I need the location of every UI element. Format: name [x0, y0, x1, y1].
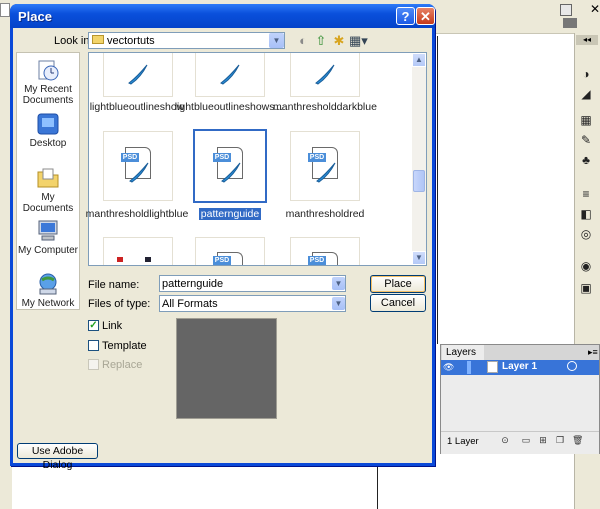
layer-name: Layer 1 [502, 361, 538, 372]
stroke-panel-icon[interactable]: ≡ [577, 186, 595, 202]
layers-panel-icon[interactable]: ▣ [577, 280, 595, 296]
thumbnail-preview-mark [117, 257, 123, 262]
psd-badge: PSD [213, 256, 231, 265]
layer-count: 1 Layer [447, 436, 479, 447]
dialog-title: Place [18, 9, 52, 24]
place-my-documents[interactable]: My Documents [17, 192, 79, 214]
artboard-edge-line-bottom [377, 462, 378, 509]
feather-icon [220, 161, 242, 183]
my-computer-icon[interactable] [36, 219, 60, 243]
file-thumbnail[interactable] [103, 237, 173, 265]
swatches-panel-icon[interactable]: ▦ [577, 112, 595, 128]
feather-icon [127, 63, 149, 85]
clipping-mask-icon[interactable]: ▭ [521, 435, 531, 445]
layer-thumbnail [487, 361, 498, 373]
target-icon[interactable] [567, 361, 577, 371]
desktop-icon[interactable] [36, 112, 60, 136]
file-preview [176, 318, 277, 419]
file-name-value: patternguide [162, 278, 224, 290]
chevron-down-icon[interactable]: ▼ [332, 297, 345, 310]
replace-label: Replace [102, 359, 143, 371]
look-in-value: vectortuts [107, 35, 155, 47]
psd-badge: PSD [308, 256, 326, 265]
transparency-panel-icon[interactable]: ◧ [577, 206, 595, 222]
place-my-computer[interactable]: My Computer [17, 245, 79, 256]
cancel-button[interactable]: Cancel [370, 294, 426, 312]
template-label: Template [102, 340, 147, 352]
panel-menu-icon[interactable]: ▸≡ [588, 347, 598, 358]
file-type-value: All Formats [162, 298, 218, 310]
chevron-down-icon[interactable]: ▼ [332, 277, 345, 290]
new-layer-icon[interactable]: ❐ [555, 435, 565, 445]
file-type-label: Files of type: [88, 298, 151, 310]
back-icon[interactable]: ◐ [295, 33, 311, 49]
trash-icon[interactable]: 🗑 [572, 435, 583, 445]
my-documents-icon[interactable] [36, 166, 60, 190]
file-name[interactable]: manthresholddarkblue [270, 101, 380, 113]
tab-layers[interactable]: Layers × [442, 345, 484, 373]
artboard-edge-line [437, 36, 438, 344]
scroll-thumb[interactable] [413, 170, 425, 192]
dialog-titlebar[interactable] [10, 4, 435, 28]
feather-icon [314, 63, 336, 85]
file-list-scrollbar[interactable] [412, 53, 426, 265]
my-network-icon[interactable] [36, 272, 60, 296]
gradient-panel-icon[interactable]: ◢ [577, 86, 595, 102]
feather-icon [128, 161, 150, 183]
new-sublayer-icon[interactable]: ⊞ [538, 435, 548, 445]
folder-icon [92, 35, 104, 44]
use-adobe-dialog-button[interactable]: Use Adobe Dialog [17, 443, 98, 471]
selected-file-label: patternguide [198, 208, 262, 220]
close-button[interactable]: ✕ [416, 7, 435, 25]
help-button[interactable]: ? [396, 7, 415, 25]
color-panel-icon[interactable]: ◑ [577, 66, 595, 82]
file-name-label: File name: [88, 279, 140, 291]
link-label: Link [102, 320, 123, 332]
replace-checkbox [88, 359, 99, 370]
file-name[interactable]: lightblueoutlineshows... [174, 101, 284, 113]
scroll-down-icon[interactable]: ▼ [412, 251, 426, 265]
file-name[interactable]: manthresholdred [270, 208, 380, 220]
feather-icon [219, 63, 241, 85]
feather-icon [315, 161, 337, 183]
file-name-selected[interactable]: patternguide [175, 208, 285, 220]
place-desktop[interactable]: Desktop [17, 138, 79, 149]
link-checkbox[interactable]: ✓ [88, 320, 99, 331]
appearance-panel-icon[interactable]: ◎ [577, 226, 595, 242]
place-recent-documents[interactable]: My Recent Documents [17, 84, 79, 106]
look-in-label: Look in: [54, 35, 93, 47]
new-folder-icon[interactable]: ✱ [331, 33, 347, 49]
locate-object-icon[interactable]: ⊙ [500, 435, 510, 445]
graphic-styles-icon[interactable]: ◉ [577, 258, 595, 274]
thumbnail-preview-mark [145, 257, 151, 262]
template-checkbox[interactable] [88, 340, 99, 351]
symbols-panel-icon[interactable]: ♣ [577, 152, 595, 168]
layer-color-swatch [467, 361, 471, 374]
chevron-down-icon[interactable]: ▼ [269, 33, 284, 48]
place-button[interactable]: Place [370, 275, 426, 293]
recent-documents-icon[interactable] [36, 58, 60, 82]
brushes-panel-icon[interactable]: ✎ [577, 132, 595, 148]
eye-icon[interactable]: 👁 [443, 362, 454, 373]
up-folder-icon[interactable]: ⇧ [313, 33, 329, 49]
place-my-network[interactable]: My Network [17, 298, 79, 309]
app-workspace-icon[interactable] [563, 18, 577, 28]
app-control-left[interactable] [0, 3, 10, 17]
app-doc-icon[interactable] [560, 4, 572, 16]
tab-layers-label: Layers [446, 347, 477, 358]
view-menu-icon[interactable]: ▦▾ [349, 33, 368, 49]
dock-collapse-icon[interactable]: ◂◂ [576, 35, 598, 45]
scroll-up-icon[interactable]: ▲ [412, 53, 426, 67]
app-close-icon[interactable]: ✕ [590, 2, 600, 16]
